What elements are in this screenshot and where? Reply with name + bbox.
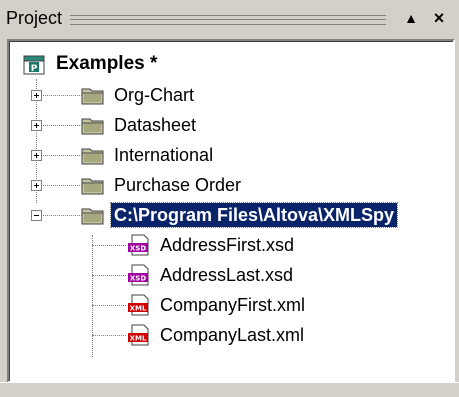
- tree-folder-purchase-order[interactable]: Purchase Order: [81, 170, 244, 200]
- file-label: CompanyLast.xml: [160, 325, 305, 345]
- tree-connector: [92, 275, 126, 276]
- folder-icon: [81, 148, 104, 165]
- xml-file-icon: XML: [128, 294, 149, 316]
- tree-connector: [92, 245, 126, 246]
- close-icon[interactable]: ×: [430, 9, 448, 27]
- project-panel-titlebar: Project ▲ ×: [6, 6, 453, 32]
- folder-label: Purchase Order: [114, 175, 242, 195]
- collapse-toggle-xmlspy[interactable]: [31, 210, 42, 221]
- folder-label: C:\Program Files\Altova\XMLSpy: [109, 202, 399, 228]
- svg-text:XSD: XSD: [130, 245, 146, 253]
- tree-file-addressfirst[interactable]: XSD AddressFirst.xsd: [127, 230, 297, 260]
- tree-connector: [92, 335, 126, 336]
- file-label: AddressFirst.xsd: [160, 235, 295, 255]
- expand-toggle-international[interactable]: [31, 150, 42, 161]
- tree-connector: [92, 305, 126, 306]
- svg-text:P: P: [31, 64, 38, 74]
- file-label: CompanyFirst.xml: [160, 295, 306, 315]
- xml-file-icon: XML: [128, 324, 149, 346]
- folder-icon: [81, 178, 104, 195]
- svg-text:XSD: XSD: [130, 275, 146, 283]
- expand-toggle-purchase-order[interactable]: [31, 180, 42, 191]
- folder-label: International: [114, 145, 214, 165]
- tree-root-label: Examples *: [56, 53, 158, 74]
- tree-folder-xmlspy[interactable]: C:\Program Files\Altova\XMLSpy: [81, 200, 399, 230]
- svg-text:XML: XML: [130, 335, 147, 343]
- tree-connector: [92, 235, 93, 357]
- tree-folder-org-chart[interactable]: Org-Chart: [81, 80, 197, 110]
- project-icon: P: [23, 55, 45, 75]
- project-tree[interactable]: P Examples * Org-Chart Datasheet Interna…: [7, 39, 455, 383]
- svg-text:XML: XML: [130, 305, 147, 313]
- folder-icon: [81, 208, 104, 225]
- panel-title: Project: [6, 8, 63, 28]
- xsd-file-icon: XSD: [128, 264, 149, 286]
- folder-icon: [81, 88, 104, 105]
- tree-root-examples[interactable]: P Examples *: [23, 49, 160, 79]
- tree-file-companyfirst[interactable]: XML CompanyFirst.xml: [127, 290, 308, 320]
- file-label: AddressLast.xsd: [160, 265, 294, 285]
- tree-file-addresslast[interactable]: XSD AddressLast.xsd: [127, 260, 296, 290]
- tree-folder-datasheet[interactable]: Datasheet: [81, 110, 199, 140]
- folder-label: Datasheet: [114, 115, 197, 135]
- expand-toggle-datasheet[interactable]: [31, 120, 42, 131]
- panel-drag-grip[interactable]: [70, 15, 386, 25]
- expand-toggle-org-chart[interactable]: [31, 90, 42, 101]
- pin-icon[interactable]: ▲: [402, 9, 420, 27]
- tree-folder-international[interactable]: International: [81, 140, 216, 170]
- folder-label: Org-Chart: [114, 85, 195, 105]
- folder-icon: [81, 118, 104, 135]
- xsd-file-icon: XSD: [128, 234, 149, 256]
- panel-bottom-edge: [0, 382, 459, 397]
- tree-file-companylast[interactable]: XML CompanyLast.xml: [127, 320, 307, 350]
